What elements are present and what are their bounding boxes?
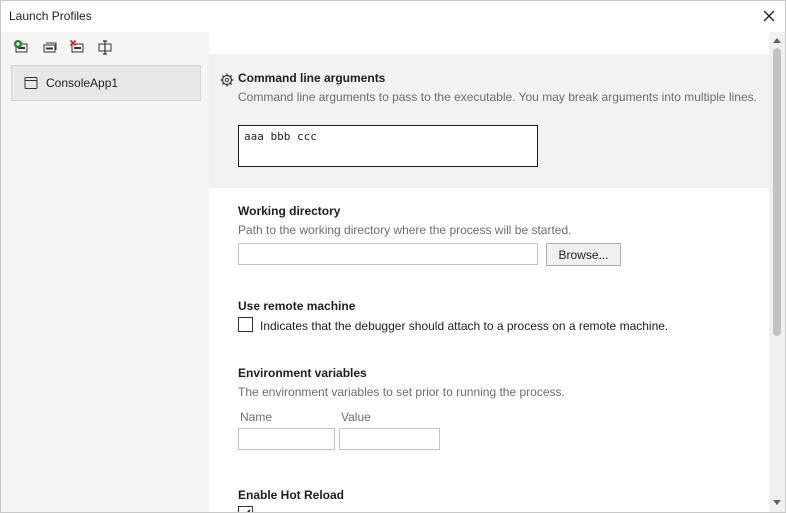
working-directory-heading: Working directory <box>238 204 341 218</box>
env-name-column-label: Name <box>240 410 273 424</box>
profile-label: ConsoleApp1 <box>46 76 119 90</box>
working-directory-description: Path to the working directory where the … <box>238 223 572 237</box>
env-value-column-label: Value <box>341 410 371 424</box>
environment-variables-heading: Environment variables <box>238 366 367 380</box>
new-profile-button[interactable] <box>11 38 31 56</box>
rename-profile-icon <box>98 40 112 55</box>
scrollbar-thumb[interactable] <box>773 48 781 336</box>
command-line-heading: Command line arguments <box>238 71 386 85</box>
scroll-down-button[interactable] <box>772 498 782 508</box>
title-bar: Launch Profiles <box>1 1 785 32</box>
delete-profile-icon <box>69 39 84 53</box>
working-directory-input[interactable] <box>238 243 538 265</box>
env-name-input[interactable] <box>238 428 335 450</box>
checkmark-icon <box>247 509 251 512</box>
profiles-toolbar <box>11 38 115 56</box>
chevron-down-icon <box>773 500 781 505</box>
close-icon <box>763 10 775 22</box>
new-profile-icon <box>14 40 28 53</box>
browse-button[interactable]: Browse... <box>546 243 621 266</box>
chevron-up-icon <box>773 38 781 43</box>
delete-profile-button[interactable] <box>67 38 87 56</box>
window-icon <box>24 77 38 89</box>
env-value-input[interactable] <box>339 428 440 450</box>
command-line-arguments-input[interactable]: aaa bbb ccc <box>238 125 538 167</box>
remote-machine-label: Indicates that the debugger should attac… <box>260 319 669 333</box>
vertical-scrollbar[interactable] <box>769 32 785 512</box>
profile-item-consoleapp1[interactable]: ConsoleApp1 <box>11 65 201 101</box>
close-button[interactable] <box>759 6 779 26</box>
window-title: Launch Profiles <box>9 9 92 23</box>
remote-machine-checkbox[interactable] <box>238 317 253 332</box>
gear-icon[interactable] <box>220 73 234 87</box>
remote-machine-heading: Use remote machine <box>238 299 356 313</box>
profile-settings-panel: Command line arguments Command line argu… <box>209 32 769 512</box>
duplicate-profile-button[interactable] <box>39 38 59 56</box>
environment-variables-description: The environment variables to set prior t… <box>238 385 565 399</box>
hot-reload-checkbox[interactable] <box>238 506 253 512</box>
command-line-description: Command line arguments to pass to the ex… <box>238 90 757 104</box>
duplicate-profile-icon <box>43 42 57 53</box>
rename-profile-button[interactable] <box>95 38 115 56</box>
profiles-sidebar: ConsoleApp1 <box>1 32 209 512</box>
launch-profiles-window: Launch Profiles ConsoleApp1 Command line… <box>0 0 786 513</box>
scroll-up-button[interactable] <box>772 35 782 45</box>
hot-reload-heading: Enable Hot Reload <box>238 488 345 502</box>
